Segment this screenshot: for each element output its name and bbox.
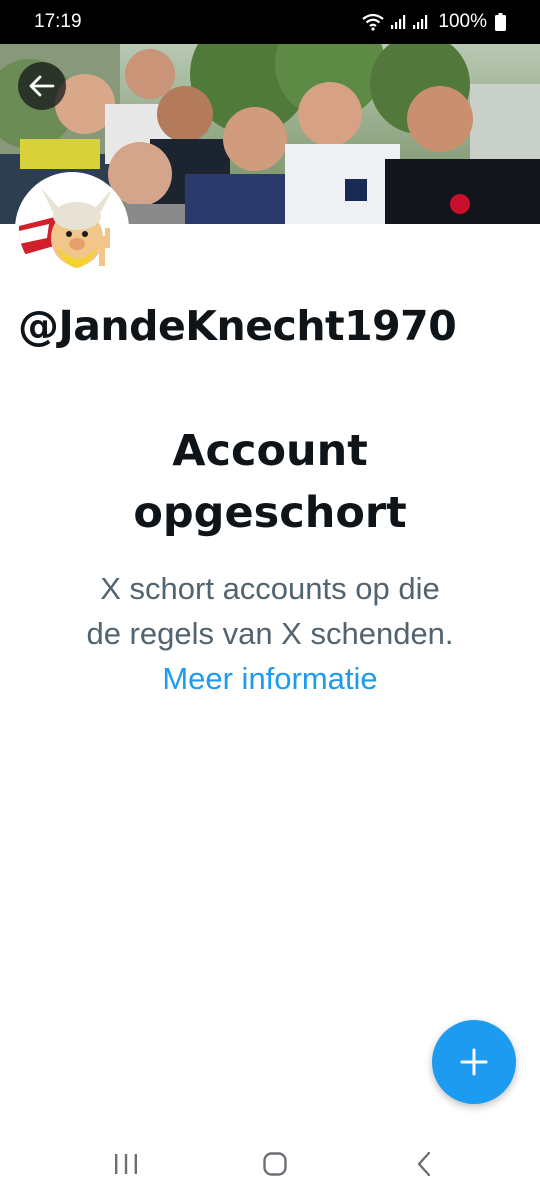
back-icon (417, 1151, 431, 1177)
back-button[interactable] (18, 62, 66, 110)
recent-apps-icon (115, 1154, 137, 1174)
app-screen: 17:19 100% @JandeKnecht1970 Account opge… (0, 0, 540, 1200)
suspended-description: X schort accounts op die de regels van X… (40, 566, 500, 701)
system-nav-bar (0, 1128, 540, 1200)
signal-icon (412, 14, 428, 30)
battery-icon (495, 13, 506, 31)
suspended-body-line2: de regels van X schenden. (86, 616, 454, 651)
status-icons: 100% (362, 11, 506, 33)
more-info-link[interactable]: Meer informatie (162, 661, 377, 696)
home-button[interactable] (255, 1144, 295, 1184)
suspended-body-line1: X schort accounts op die (100, 571, 440, 606)
suspended-title-line2: opgeschort (133, 488, 407, 538)
recent-apps-button[interactable] (106, 1144, 146, 1184)
arrow-left-icon (29, 75, 55, 97)
battery-percent: 100% (438, 11, 487, 32)
compose-fab[interactable] (432, 1020, 516, 1104)
suspended-title-line1: Account (172, 426, 368, 476)
wifi-icon (362, 13, 385, 31)
system-back-button[interactable] (404, 1144, 444, 1184)
plus-icon (460, 1048, 488, 1076)
profile-handle: @JandeKnecht1970 (18, 302, 457, 350)
avatar[interactable] (15, 172, 129, 286)
status-time: 17:19 (34, 11, 82, 32)
signal-icon (390, 14, 406, 30)
home-icon (263, 1152, 287, 1176)
status-bar: 17:19 100% (0, 0, 540, 44)
suspended-title: Account opgeschort (0, 420, 540, 544)
